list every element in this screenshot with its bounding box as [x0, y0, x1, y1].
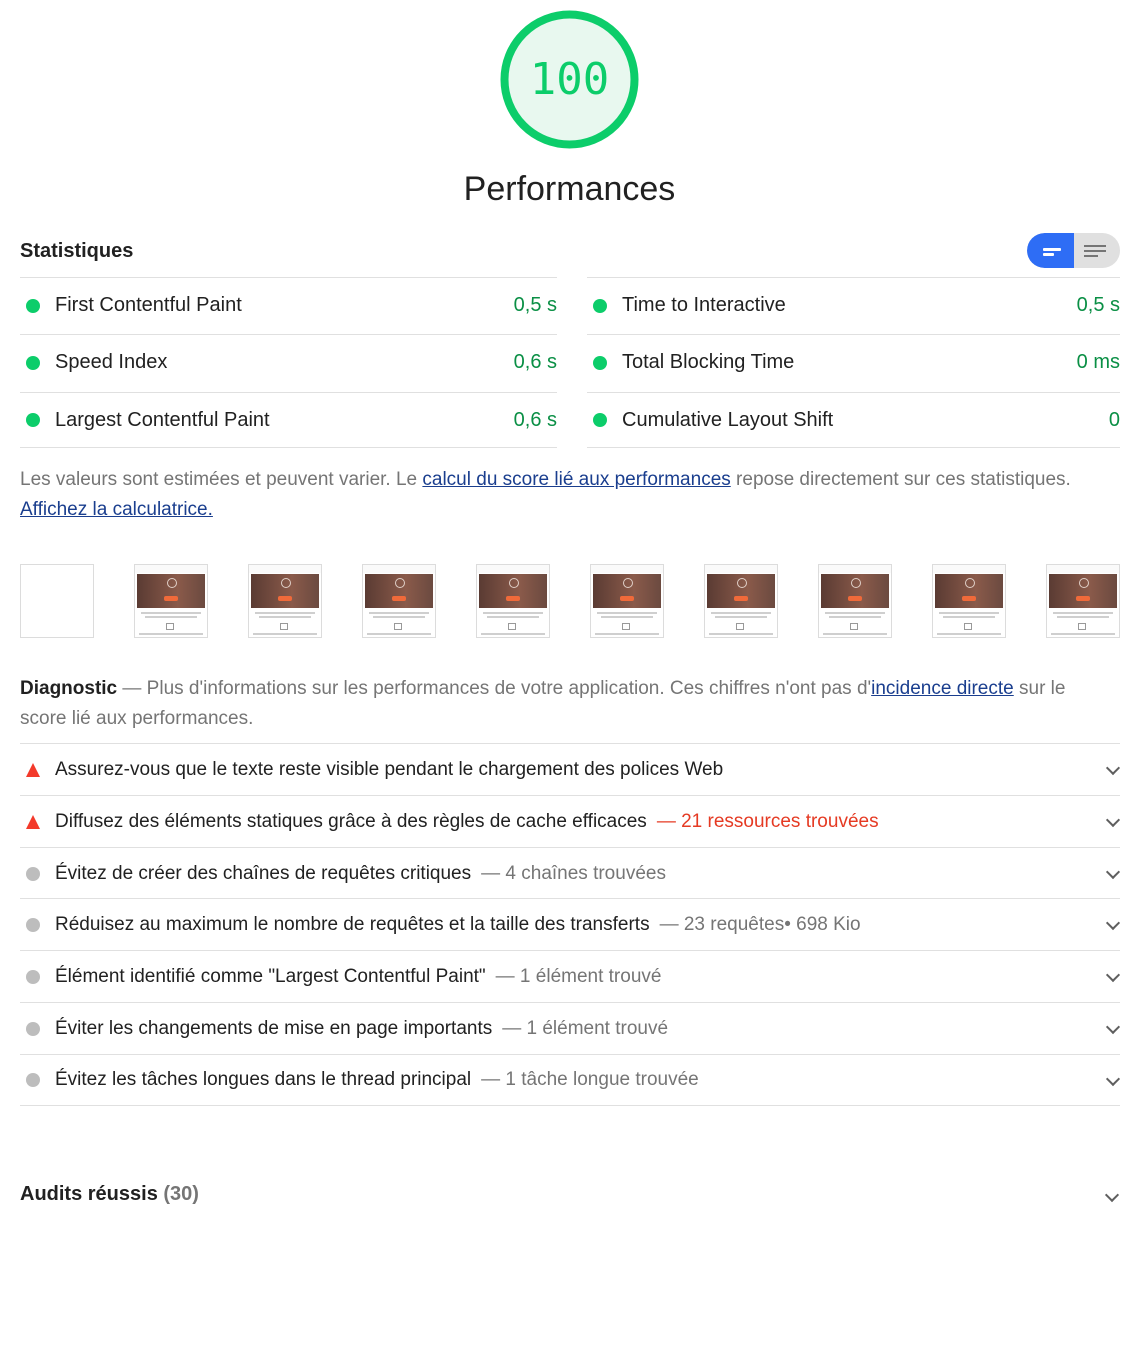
score-gauge: 100: [499, 9, 640, 150]
metric-time-to-interactive: Time to Interactive 0,5 s: [587, 277, 1120, 333]
filmstrip-frame: [476, 564, 550, 638]
passed-audits-count: (30): [163, 1183, 199, 1205]
audit-row[interactable]: Éviter les changements de mise en page i…: [20, 1002, 1121, 1054]
chevron-down-icon[interactable]: [1105, 1071, 1121, 1087]
audit-title: Évitez de créer des chaînes de requêtes …: [55, 862, 472, 884]
audit-title: Réduisez au maximum le nombre de requête…: [55, 913, 650, 935]
score-calculation-link[interactable]: calcul du score lié aux performances: [422, 469, 730, 490]
metric-value: 0: [1108, 408, 1120, 431]
pass-dot-icon: [593, 355, 607, 370]
note-text: repose directement sur ces statistiques.: [730, 469, 1071, 490]
pass-dot-icon: [26, 355, 40, 370]
note-text: Les valeurs sont estimées et peuvent var…: [20, 469, 423, 490]
audit-row[interactable]: Évitez les tâches longues dans le thread…: [20, 1054, 1121, 1106]
pass-dot-icon: [26, 413, 40, 427]
chevron-down-icon[interactable]: [1105, 967, 1121, 983]
audit-row[interactable]: Réduisez au maximum le nombre de requête…: [20, 898, 1121, 950]
metric-value: 0,5 s: [1076, 294, 1120, 316]
filmstrip-frame: [932, 564, 1006, 638]
filmstrip-frame: [134, 564, 208, 638]
metrics-note: Les valeurs sont estimées et peuvent var…: [20, 465, 1100, 525]
filmstrip: [20, 564, 1120, 640]
info-dot-icon: [26, 1073, 40, 1087]
intro-text: — Plus d'informations sur les performanc…: [117, 678, 872, 699]
audit-row[interactable]: Évitez de créer des chaînes de requêtes …: [20, 847, 1121, 899]
audit-detail: — 1 élément trouvé: [502, 1017, 669, 1039]
fail-triangle-icon: [26, 762, 40, 777]
metric-label: Time to Interactive: [622, 294, 786, 316]
audit-title: Évitez les tâches longues dans le thread…: [55, 1069, 472, 1090]
audit-title: Éviter les changements de mise en page i…: [55, 1017, 493, 1039]
metric-label: Total Blocking Time: [622, 351, 795, 373]
metric-value: 0,6 s: [513, 351, 557, 373]
metrics-heading: Statistiques: [20, 240, 134, 262]
filmstrip-frame: [704, 564, 778, 638]
audit-title: Assurez-vous que le texte reste visible …: [55, 758, 724, 780]
audit-title: Diffusez des éléments statiques grâce à …: [55, 810, 647, 832]
compact-view-icon[interactable]: [1027, 233, 1074, 268]
audit-title: Élément identifié comme "Largest Content…: [55, 965, 486, 987]
audit-row[interactable]: Élément identifié comme "Largest Content…: [20, 950, 1121, 1002]
audit-detail: — 21 ressources trouvées: [656, 810, 879, 832]
filmstrip-frame: [248, 564, 322, 638]
fail-triangle-icon: [26, 814, 40, 829]
score-value: 100: [529, 54, 610, 105]
metric-label: Speed Index: [55, 351, 168, 373]
filmstrip-frame: [20, 564, 94, 638]
metric-value: 0,5 s: [513, 294, 557, 316]
info-dot-icon: [26, 1021, 40, 1036]
audit-row[interactable]: Diffusez des éléments statiques grâce à …: [20, 795, 1121, 847]
chevron-down-icon[interactable]: [1105, 812, 1121, 828]
audit-detail: — 4 chaînes trouvées: [481, 862, 666, 884]
audit-detail: — 1 tâche longue trouvée: [481, 1069, 699, 1090]
metric-value: 0,6 s: [513, 408, 557, 431]
metric-value: 0 ms: [1076, 351, 1120, 373]
chevron-down-icon[interactable]: [1105, 760, 1121, 776]
filmstrip-frame: [818, 564, 892, 638]
metric-total-blocking-time: Total Blocking Time 0 ms: [587, 334, 1120, 390]
pass-dot-icon: [593, 298, 607, 313]
chevron-down-icon[interactable]: [1104, 1187, 1120, 1203]
metric-cumulative-layout-shift: Cumulative Layout Shift 0: [587, 392, 1120, 448]
metric-label: Largest Contentful Paint: [55, 408, 270, 431]
metric-speed-index: Speed Index 0,6 s: [20, 334, 557, 390]
category-title: Performances: [463, 170, 676, 208]
metric-first-contentful-paint: First Contentful Paint 0,5 s: [20, 277, 557, 333]
metric-label: Cumulative Layout Shift: [622, 408, 834, 431]
info-dot-icon: [26, 969, 40, 984]
pass-dot-icon: [26, 298, 40, 313]
audit-row[interactable]: Assurez-vous que le texte reste visible …: [20, 743, 1121, 795]
info-dot-icon: [26, 917, 40, 932]
calculator-link[interactable]: Affichez la calculatrice.: [20, 499, 213, 520]
audit-detail: — 1 élément trouvé: [495, 965, 662, 987]
chevron-down-icon[interactable]: [1105, 1019, 1121, 1035]
passed-audits-toggle[interactable]: Audits réussis (30): [20, 1183, 199, 1206]
chevron-down-icon[interactable]: [1105, 915, 1121, 931]
audit-detail: — 23 requêtes• 698 Kio: [659, 913, 861, 935]
info-dot-icon: [26, 866, 40, 881]
direct-impact-link[interactable]: incidence directe: [871, 678, 1014, 699]
metric-label: First Contentful Paint: [55, 294, 242, 316]
chevron-down-icon[interactable]: [1105, 864, 1121, 880]
diagnostic-heading: Diagnostic: [20, 678, 118, 699]
metrics-view-toggle[interactable]: [1027, 233, 1120, 268]
pass-dot-icon: [593, 413, 607, 427]
metric-largest-contentful-paint: Largest Contentful Paint 0,6 s: [20, 392, 557, 448]
diagnostic-intro: Diagnostic — Plus d'informations sur les…: [20, 674, 1115, 734]
filmstrip-frame: [1046, 564, 1120, 638]
filmstrip-frame: [362, 564, 436, 638]
filmstrip-frame: [590, 564, 664, 638]
passed-audits-label: Audits réussis: [20, 1183, 158, 1205]
